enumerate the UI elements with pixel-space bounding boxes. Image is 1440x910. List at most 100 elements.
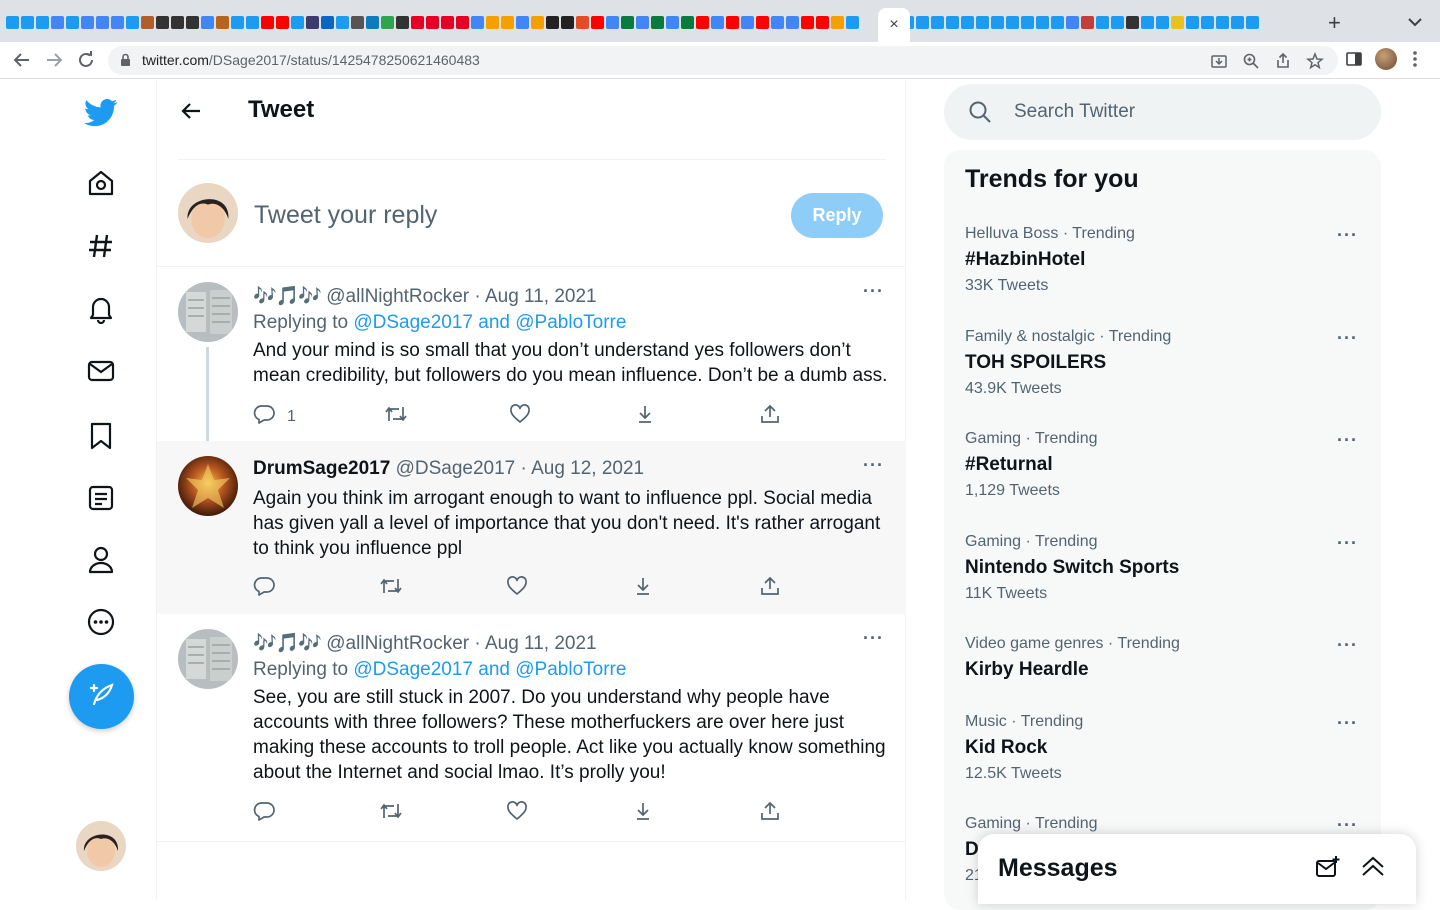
trend-more-icon[interactable]: ··· bbox=[1337, 430, 1358, 451]
reload-icon[interactable] bbox=[76, 50, 96, 70]
url-text[interactable]: twitter.com/DSage2017/status/14254782506… bbox=[142, 52, 480, 68]
back-arrow-icon[interactable] bbox=[179, 99, 203, 128]
reply-input[interactable]: Tweet your reply bbox=[254, 201, 437, 230]
trend-more-icon[interactable]: ··· bbox=[1337, 635, 1358, 656]
tweet-author-avatar[interactable] bbox=[178, 282, 238, 342]
notifications-bell-icon[interactable] bbox=[84, 292, 118, 326]
tab-favicon[interactable] bbox=[831, 16, 844, 29]
tab-favicon[interactable] bbox=[1081, 16, 1094, 29]
tab-favicon[interactable] bbox=[976, 16, 989, 29]
tab-favicon[interactable] bbox=[51, 16, 64, 29]
tab-favicon[interactable] bbox=[171, 16, 184, 29]
tab-favicon[interactable] bbox=[21, 16, 34, 29]
expand-chevron-up-icon[interactable] bbox=[1360, 854, 1386, 885]
tab-favicon[interactable] bbox=[1231, 16, 1244, 29]
tab-favicon[interactable] bbox=[726, 16, 739, 29]
tab-favicon[interactable] bbox=[36, 16, 49, 29]
tab-search-chevron-icon[interactable] bbox=[1408, 14, 1422, 30]
tab-favicon[interactable] bbox=[456, 16, 469, 29]
tab-favicon[interactable] bbox=[531, 16, 544, 29]
tab-favicon[interactable] bbox=[1036, 16, 1049, 29]
bookmark-star-icon[interactable] bbox=[1306, 51, 1324, 75]
tab-favicon[interactable] bbox=[606, 16, 619, 29]
tweet-item-focused[interactable]: DrumSage2017 @DSage2017 · Aug 12, 2021 ·… bbox=[157, 441, 906, 614]
tweet-author-avatar[interactable] bbox=[178, 456, 238, 516]
tweet-date[interactable]: Aug 11, 2021 bbox=[485, 633, 597, 654]
tab-favicon[interactable] bbox=[351, 16, 364, 29]
tab-favicon[interactable] bbox=[666, 16, 679, 29]
like-action[interactable] bbox=[509, 403, 531, 430]
tab-close-icon[interactable]: × bbox=[889, 16, 898, 34]
account-avatar[interactable] bbox=[76, 821, 126, 871]
tab-favicon[interactable] bbox=[621, 16, 634, 29]
retweet-action[interactable] bbox=[379, 800, 403, 827]
tab-favicon[interactable] bbox=[1006, 16, 1019, 29]
more-options-icon[interactable]: ··· bbox=[863, 281, 884, 302]
tab-favicon[interactable] bbox=[946, 16, 959, 29]
tab-favicon[interactable] bbox=[201, 16, 214, 29]
tab-favicon[interactable] bbox=[651, 16, 664, 29]
author-display-name[interactable]: 🎶🎵🎶 bbox=[253, 633, 322, 654]
replying-to-mentions[interactable]: @DSage2017 and @PabloTorre bbox=[353, 659, 626, 680]
tab-favicon[interactable] bbox=[1216, 16, 1229, 29]
search-input[interactable]: Search Twitter bbox=[1014, 101, 1135, 123]
more-options-icon[interactable]: ··· bbox=[863, 628, 884, 649]
tweet-item[interactable]: 🎶🎵🎶 @allNightRocker · Aug 11, 2021 ··· R… bbox=[157, 267, 906, 441]
tab-favicon[interactable] bbox=[516, 16, 529, 29]
tab-favicon[interactable] bbox=[231, 16, 244, 29]
tab-favicon[interactable] bbox=[681, 16, 694, 29]
tab-favicon[interactable] bbox=[441, 16, 454, 29]
messages-mail-icon[interactable] bbox=[84, 354, 118, 388]
tab-favicon[interactable] bbox=[381, 16, 394, 29]
tab-favicon[interactable] bbox=[741, 16, 754, 29]
tab-favicon[interactable] bbox=[111, 16, 124, 29]
tab-favicon[interactable] bbox=[126, 16, 139, 29]
tab-favicon[interactable] bbox=[261, 16, 274, 29]
trend-more-icon[interactable]: ··· bbox=[1337, 328, 1358, 349]
tab-favicon[interactable] bbox=[1021, 16, 1034, 29]
tab-favicon[interactable] bbox=[961, 16, 974, 29]
search-bar[interactable]: Search Twitter bbox=[944, 84, 1381, 140]
tab-favicon[interactable] bbox=[816, 16, 829, 29]
bookmarks-icon[interactable] bbox=[84, 419, 118, 453]
zoom-icon[interactable] bbox=[1242, 52, 1260, 75]
tab-favicons[interactable] bbox=[6, 14, 1316, 34]
like-action[interactable] bbox=[506, 575, 528, 602]
tab-favicon[interactable] bbox=[66, 16, 79, 29]
share-action[interactable] bbox=[759, 403, 781, 430]
tab-favicon[interactable] bbox=[1126, 16, 1139, 29]
twitter-bird-logo-icon[interactable] bbox=[84, 96, 118, 130]
forward-arrow-icon[interactable] bbox=[44, 50, 64, 70]
author-handle[interactable]: @allNightRocker bbox=[326, 286, 469, 307]
tab-favicon[interactable] bbox=[276, 16, 289, 29]
tab-favicon[interactable] bbox=[711, 16, 724, 29]
author-handle[interactable]: @DSage2017 bbox=[396, 458, 516, 479]
reply-action[interactable] bbox=[253, 800, 275, 827]
trend-more-icon[interactable]: ··· bbox=[1337, 713, 1358, 734]
lists-icon[interactable] bbox=[84, 481, 118, 515]
tab-favicon[interactable] bbox=[321, 16, 334, 29]
download-action[interactable] bbox=[632, 575, 654, 602]
trend-more-icon[interactable]: ··· bbox=[1337, 225, 1358, 246]
tab-favicon[interactable] bbox=[1156, 16, 1169, 29]
download-action[interactable] bbox=[632, 800, 654, 827]
share-action[interactable] bbox=[759, 575, 781, 602]
tab-favicon[interactable] bbox=[546, 16, 559, 29]
more-options-icon[interactable]: ··· bbox=[863, 455, 884, 476]
active-tab[interactable]: × bbox=[878, 8, 910, 42]
share-action[interactable] bbox=[759, 800, 781, 827]
tab-favicon[interactable] bbox=[1246, 16, 1259, 29]
tab-favicon[interactable] bbox=[306, 16, 319, 29]
reply-action[interactable] bbox=[253, 575, 275, 602]
share-icon[interactable] bbox=[1274, 52, 1292, 75]
lock-icon[interactable] bbox=[120, 53, 131, 72]
tab-favicon[interactable] bbox=[81, 16, 94, 29]
compose-tweet-button[interactable] bbox=[69, 664, 134, 729]
new-tab-button[interactable]: + bbox=[1328, 10, 1341, 36]
tab-favicon[interactable] bbox=[771, 16, 784, 29]
new-message-icon[interactable] bbox=[1315, 854, 1341, 885]
install-app-icon[interactable] bbox=[1210, 52, 1228, 75]
tab-favicon[interactable] bbox=[756, 16, 769, 29]
tab-favicon[interactable] bbox=[1066, 16, 1079, 29]
author-display-name[interactable]: DrumSage2017 bbox=[253, 458, 390, 479]
